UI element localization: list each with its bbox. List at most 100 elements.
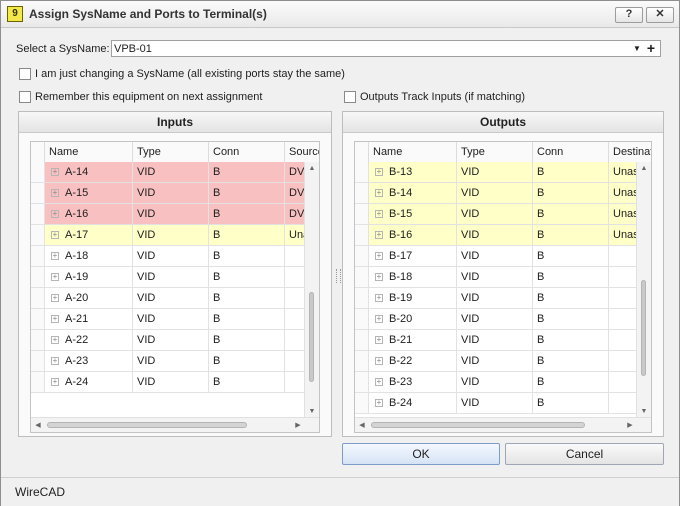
expand-icon[interactable]: + — [51, 168, 59, 176]
table-row[interactable]: B-19 + VID B — [355, 288, 651, 309]
row-indicator-cell[interactable] — [355, 309, 369, 330]
sysname-combo[interactable]: VPB-01 ▼ + — [111, 40, 661, 57]
row-indicator-cell[interactable] — [355, 393, 369, 414]
table-row[interactable]: A-15+VIDBDV-10 — [31, 183, 319, 204]
row-indicator-cell[interactable] — [31, 246, 45, 267]
vertical-scrollbar[interactable]: ▲ ▼ — [636, 162, 651, 418]
row-indicator-cell[interactable] — [31, 183, 45, 204]
expand-icon[interactable]: + — [375, 252, 383, 260]
column-header-other[interactable]: Source In — [285, 142, 319, 162]
row-indicator-cell[interactable] — [31, 309, 45, 330]
column-header-type[interactable]: Type — [457, 142, 533, 162]
table-row[interactable]: A-20 + VID B — [31, 288, 319, 309]
expand-icon[interactable]: + — [375, 357, 383, 365]
column-header-other[interactable]: Destination — [609, 142, 651, 162]
scroll-right-icon[interactable]: ▶ — [293, 421, 303, 429]
expand-icon[interactable]: + — [375, 336, 383, 344]
row-indicator-cell[interactable] — [31, 225, 45, 246]
expand-icon[interactable]: + — [375, 231, 383, 239]
expand-icon[interactable]: + — [51, 231, 59, 239]
table-row[interactable]: B-15 + VID B Unassig — [355, 204, 651, 225]
table-row[interactable]: B-18 + VID B — [355, 267, 651, 288]
expand-icon[interactable]: + — [375, 315, 383, 323]
row-indicator-cell[interactable] — [355, 204, 369, 225]
table-row[interactable]: A-18 + VID B — [31, 246, 319, 267]
table-row[interactable]: A-16+VIDBDV-10 — [31, 204, 319, 225]
horizontal-scroll-thumb[interactable] — [371, 422, 585, 428]
row-indicator-cell[interactable] — [355, 162, 369, 183]
expand-icon[interactable]: + — [375, 168, 383, 176]
scroll-left-icon[interactable]: ◀ — [33, 421, 43, 429]
expand-icon[interactable]: + — [51, 273, 59, 281]
expand-icon[interactable]: + — [375, 378, 383, 386]
expand-icon[interactable]: + — [51, 189, 59, 197]
column-header-type[interactable]: Type — [133, 142, 209, 162]
outputs-track-checkbox[interactable] — [344, 91, 356, 103]
expand-icon[interactable]: + — [375, 294, 383, 302]
table-row[interactable]: B-22 + VID B — [355, 351, 651, 372]
vertical-scroll-thumb[interactable] — [641, 280, 646, 376]
expand-icon[interactable]: + — [51, 336, 59, 344]
table-row[interactable]: A-19 + VID B — [31, 267, 319, 288]
row-indicator-cell[interactable] — [355, 372, 369, 393]
expand-icon[interactable]: + — [375, 273, 383, 281]
cancel-button[interactable]: Cancel — [505, 443, 664, 465]
table-row[interactable]: A-21 + VID B — [31, 309, 319, 330]
table-row[interactable]: B-13 + VID B Unassig — [355, 162, 651, 183]
table-row[interactable]: B-24 + VID B — [355, 393, 651, 414]
row-indicator-cell[interactable] — [31, 351, 45, 372]
row-indicator-cell[interactable] — [31, 372, 45, 393]
row-indicator-cell[interactable] — [355, 351, 369, 372]
column-header-name[interactable]: Name — [45, 142, 133, 162]
scroll-up-icon[interactable]: ▲ — [639, 165, 649, 172]
table-row[interactable]: B-17 + VID B — [355, 246, 651, 267]
add-sysname-icon[interactable]: + — [645, 41, 657, 55]
expand-icon[interactable]: + — [51, 357, 59, 365]
ok-button[interactable]: OK — [342, 443, 500, 465]
table-row[interactable]: B-21 + VID B — [355, 330, 651, 351]
table-row[interactable]: B-20 + VID B — [355, 309, 651, 330]
inputs-grid[interactable]: NameTypeConnSource InA-14+VIDBDV-10A-15+… — [30, 141, 320, 433]
remember-checkbox[interactable] — [19, 91, 31, 103]
outputs-grid[interactable]: NameTypeConnDestinationB-13+VIDBUnassig B… — [354, 141, 652, 433]
table-row[interactable]: A-24 + VID B — [31, 372, 319, 393]
row-indicator-cell[interactable] — [31, 204, 45, 225]
column-header-name[interactable]: Name — [369, 142, 457, 162]
column-header-conn[interactable]: Conn — [209, 142, 285, 162]
horizontal-scroll-thumb[interactable] — [47, 422, 247, 428]
horizontal-scrollbar[interactable]: ◀ ▶ — [31, 417, 319, 432]
row-indicator-cell[interactable] — [31, 162, 45, 183]
chevron-down-icon[interactable]: ▼ — [632, 42, 642, 54]
just-changing-checkbox[interactable] — [19, 68, 31, 80]
scroll-down-icon[interactable]: ▼ — [307, 408, 317, 415]
scroll-left-icon[interactable]: ◀ — [357, 421, 367, 429]
table-row[interactable]: A-23 + VID B — [31, 351, 319, 372]
expand-icon[interactable]: + — [375, 210, 383, 218]
close-button[interactable]: ✕ — [646, 7, 674, 23]
scroll-right-icon[interactable]: ▶ — [625, 421, 635, 429]
expand-icon[interactable]: + — [51, 315, 59, 323]
column-header-conn[interactable]: Conn — [533, 142, 609, 162]
expand-icon[interactable]: + — [51, 294, 59, 302]
row-indicator-cell[interactable] — [355, 225, 369, 246]
table-row[interactable]: A-14+VIDBDV-10 — [31, 162, 319, 183]
help-button[interactable]: ? — [615, 7, 643, 23]
scroll-down-icon[interactable]: ▼ — [639, 408, 649, 415]
row-indicator-cell[interactable] — [355, 246, 369, 267]
table-row[interactable]: A-22 + VID B — [31, 330, 319, 351]
expand-icon[interactable]: + — [51, 252, 59, 260]
row-indicator-cell[interactable] — [31, 288, 45, 309]
table-row[interactable]: B-16 + VID B Unassig — [355, 225, 651, 246]
expand-icon[interactable]: + — [375, 189, 383, 197]
row-indicator-cell[interactable] — [355, 267, 369, 288]
horizontal-scrollbar[interactable]: ◀ ▶ — [355, 417, 651, 432]
row-indicator-cell[interactable] — [355, 330, 369, 351]
title-bar[interactable]: 9 Assign SysName and Ports to Terminal(s… — [1, 1, 679, 28]
expand-icon[interactable]: + — [375, 399, 383, 407]
scroll-up-icon[interactable]: ▲ — [307, 165, 317, 172]
expand-icon[interactable]: + — [51, 378, 59, 386]
table-row[interactable]: B-23 + VID B — [355, 372, 651, 393]
vertical-scrollbar[interactable]: ▲ ▼ — [304, 162, 319, 418]
row-indicator-cell[interactable] — [355, 183, 369, 204]
row-indicator-cell[interactable] — [355, 288, 369, 309]
